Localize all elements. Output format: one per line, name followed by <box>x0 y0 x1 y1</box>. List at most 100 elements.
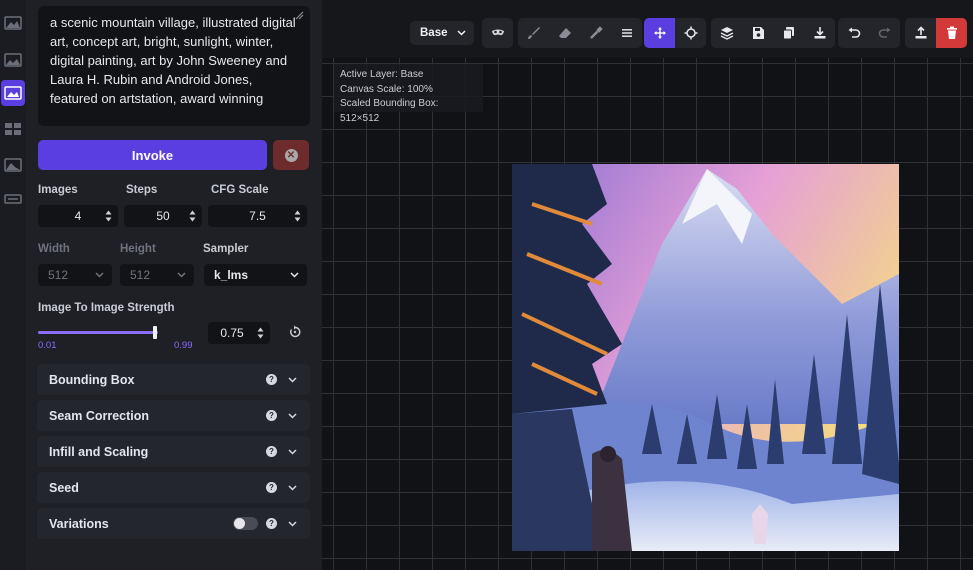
prompt-text: a scenic mountain village, illustrated d… <box>50 15 296 106</box>
stepper-icon[interactable] <box>257 326 264 340</box>
save-button[interactable] <box>742 18 773 48</box>
color-picker-button[interactable] <box>580 18 611 48</box>
accordion-bounding-box[interactable]: Bounding Box ? <box>37 364 310 395</box>
eyedropper-icon <box>590 26 603 39</box>
help-icon[interactable]: ? <box>266 446 277 457</box>
cfg-scale-value: 7.5 <box>249 209 266 223</box>
gallery-icon[interactable] <box>0 152 26 178</box>
layer-tool-group <box>711 18 835 48</box>
height-select[interactable]: 512 <box>120 264 194 286</box>
stepper-icon[interactable] <box>105 209 112 223</box>
upload-button[interactable] <box>905 18 936 48</box>
file-tool-group <box>905 18 967 48</box>
steps-label: Steps <box>126 184 158 196</box>
chevron-down-icon <box>288 377 297 383</box>
brush-icon <box>527 27 540 39</box>
upload-icon <box>915 26 926 39</box>
merge-visible-button[interactable] <box>711 18 742 48</box>
help-icon[interactable]: ? <box>266 518 277 529</box>
sliders-icon <box>621 29 632 37</box>
eraser-tool-button[interactable] <box>549 18 580 48</box>
help-icon[interactable]: ? <box>266 482 277 493</box>
help-icon[interactable]: ? <box>266 374 277 385</box>
chevron-down-icon <box>290 272 299 278</box>
strength-min-label: 0.01 <box>38 340 57 351</box>
accordion-variations[interactable]: Variations ? <box>37 508 310 539</box>
unified-canvas-icon[interactable] <box>1 80 25 106</box>
width-value: 512 <box>48 268 69 282</box>
layer-select[interactable]: Base <box>410 21 474 45</box>
options-panel: a scenic mountain village, illustrated d… <box>26 0 322 570</box>
draw-tool-group <box>518 18 642 48</box>
move-tool-button[interactable] <box>644 18 675 48</box>
resize-handle-icon[interactable] <box>294 10 304 20</box>
canvas-image[interactable] <box>512 164 899 551</box>
accordion-seam-correction[interactable]: Seam Correction ? <box>37 400 310 431</box>
mode-rail <box>0 0 26 570</box>
variations-toggle[interactable] <box>233 517 258 530</box>
accordion-seed[interactable]: Seed ? <box>37 472 310 503</box>
height-value: 512 <box>130 268 151 282</box>
cfg-scale-label: CFG Scale <box>211 184 269 196</box>
outpainting-icon[interactable] <box>0 116 26 142</box>
strength-input[interactable]: 0.75 <box>208 322 270 344</box>
crosshair-icon <box>684 26 697 40</box>
reset-icon[interactable] <box>288 325 302 339</box>
text-to-image-icon[interactable] <box>0 10 26 36</box>
width-select[interactable]: 512 <box>38 264 112 286</box>
stepper-icon[interactable] <box>189 209 196 223</box>
cancel-icon: ✕ <box>284 148 298 162</box>
strength-slider-thumb[interactable] <box>153 326 157 339</box>
layer-select-value: Base <box>420 27 448 39</box>
height-label: Height <box>120 243 156 255</box>
redo-icon <box>878 27 890 38</box>
accordion-label: Seed <box>49 480 79 495</box>
chevron-down-icon <box>177 272 186 278</box>
chevron-down-icon <box>288 449 297 455</box>
postprocess-icon[interactable] <box>0 186 26 212</box>
accordion-label: Infill and Scaling <box>49 444 149 459</box>
width-label: Width <box>38 243 70 255</box>
images-input[interactable]: 4 <box>38 205 118 227</box>
mask-icon <box>491 29 504 36</box>
accordion-label: Bounding Box <box>49 372 135 387</box>
clear-canvas-button[interactable] <box>936 18 967 48</box>
strength-label: Image To Image Strength <box>38 302 175 314</box>
stepper-icon[interactable] <box>294 209 301 223</box>
cfg-scale-input[interactable]: 7.5 <box>208 205 307 227</box>
brush-tool-button[interactable] <box>518 18 549 48</box>
strength-slider-track[interactable] <box>38 331 158 334</box>
move-tool-group <box>644 18 706 48</box>
chevron-down-icon <box>457 30 466 36</box>
accordion-infill-and-scaling[interactable]: Infill and Scaling ? <box>37 436 310 467</box>
download-button[interactable] <box>804 18 835 48</box>
redo-button[interactable] <box>869 18 900 48</box>
undo-button[interactable] <box>838 18 869 48</box>
reset-view-button[interactable] <box>675 18 706 48</box>
tool-settings-button[interactable] <box>611 18 642 48</box>
steps-value: 50 <box>156 209 170 223</box>
mask-options-button[interactable] <box>482 18 513 48</box>
info-active-layer: Active Layer: Base <box>340 69 424 80</box>
prompt-textarea[interactable]: a scenic mountain village, illustrated d… <box>38 6 310 126</box>
copy-button[interactable] <box>773 18 804 48</box>
strength-max-label: 0.99 <box>174 340 193 351</box>
image-to-image-icon[interactable] <box>0 47 26 73</box>
move-icon <box>653 27 666 39</box>
copy-icon <box>782 27 794 40</box>
cancel-button[interactable]: ✕ <box>273 140 309 170</box>
accordion-label: Variations <box>49 516 109 531</box>
canvas-area[interactable]: Base Active Layer: Base Canvas Scale: 10… <box>322 0 973 570</box>
save-icon <box>752 27 764 39</box>
sampler-select[interactable]: k_lms <box>204 264 307 286</box>
canvas-info-panel: Active Layer: Base Canvas Scale: 100% Sc… <box>334 64 483 124</box>
info-bounding-box: Scaled Bounding Box: 512×512 <box>340 98 439 124</box>
strength-value: 0.75 <box>220 326 244 340</box>
invoke-button[interactable]: Invoke <box>38 140 267 170</box>
layers-icon <box>720 27 733 40</box>
help-icon[interactable]: ? <box>266 410 277 421</box>
steps-input[interactable]: 50 <box>124 205 202 227</box>
history-tool-group <box>838 18 900 48</box>
trash-icon <box>946 26 957 39</box>
chevron-down-icon <box>95 272 104 278</box>
